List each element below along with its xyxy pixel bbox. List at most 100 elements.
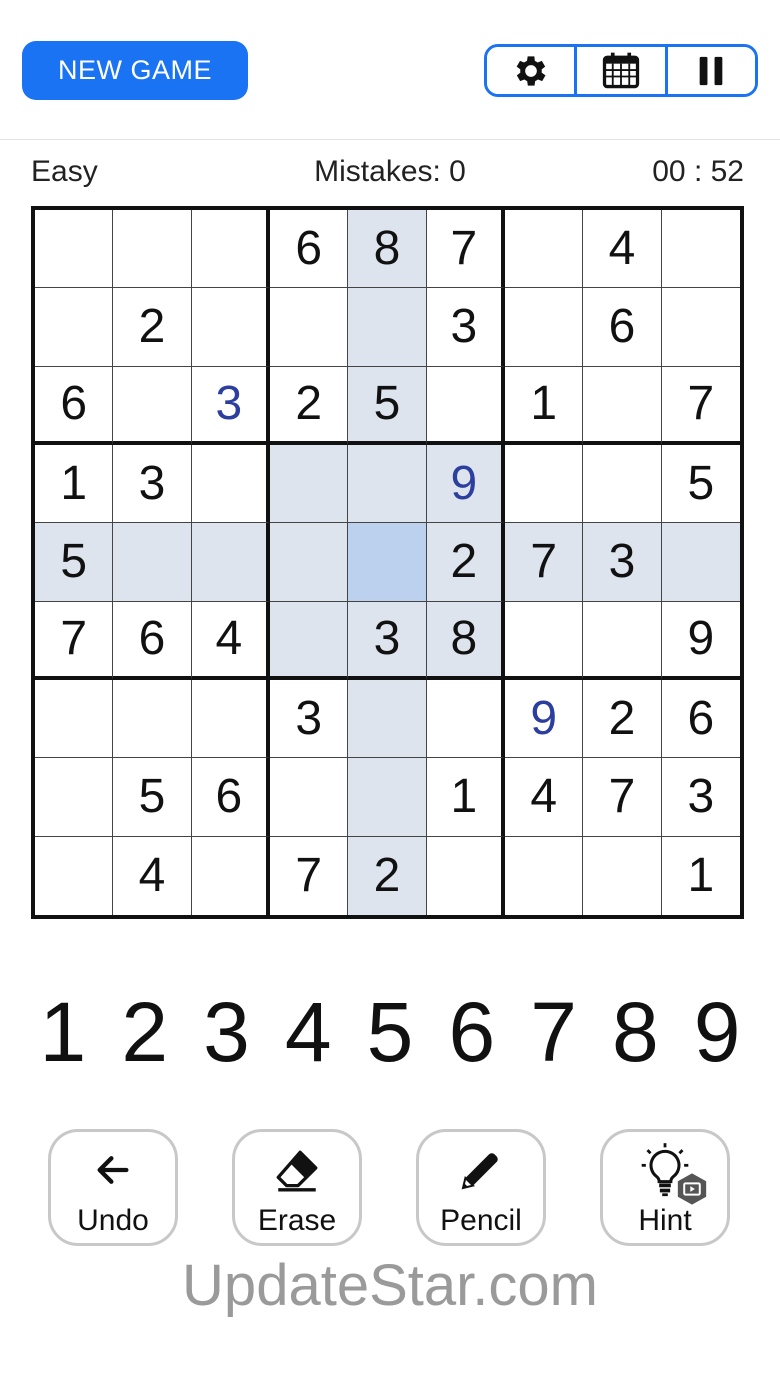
undo-button[interactable]: Undo (48, 1129, 178, 1246)
board-cell-r6c5[interactable]: 3 (348, 601, 427, 680)
board-cell-r1c2[interactable] (113, 210, 192, 289)
board-cell-r5c5[interactable] (348, 523, 427, 602)
board-cell-r9c2[interactable]: 4 (113, 836, 192, 915)
numpad-key-9[interactable]: 9 (676, 985, 758, 1080)
pencil-button[interactable]: Pencil (416, 1129, 546, 1246)
board-cell-r6c6[interactable]: 8 (426, 601, 505, 680)
board-cell-r5c3[interactable] (191, 523, 270, 602)
board-cell-r8c9[interactable]: 3 (661, 758, 740, 837)
board-cell-r1c1[interactable] (35, 210, 114, 289)
settings-button[interactable] (487, 47, 578, 94)
board-cell-r8c3[interactable]: 6 (191, 758, 270, 837)
undo-label: Undo (77, 1204, 149, 1237)
board-cell-r7c4[interactable]: 3 (270, 680, 349, 759)
board-cell-r1c8[interactable]: 4 (583, 210, 662, 289)
numpad-key-8[interactable]: 8 (594, 985, 676, 1080)
board-cell-r7c5[interactable] (348, 680, 427, 759)
board-cell-r2c4[interactable] (270, 288, 349, 367)
board-cell-r9c1[interactable] (35, 836, 114, 915)
board-cell-r4c7[interactable] (505, 445, 584, 524)
board-cell-r4c1[interactable]: 1 (35, 445, 114, 524)
board-cell-r6c8[interactable] (583, 601, 662, 680)
board-cell-r6c4[interactable] (270, 601, 349, 680)
numpad-key-7[interactable]: 7 (513, 985, 595, 1080)
board-cell-r7c9[interactable]: 6 (661, 680, 740, 759)
pause-button[interactable] (667, 47, 755, 94)
board-cell-r2c3[interactable] (191, 288, 270, 367)
numpad-key-4[interactable]: 4 (267, 985, 349, 1080)
board-cell-r7c7[interactable]: 9 (505, 680, 584, 759)
board-cell-r4c5[interactable] (348, 445, 427, 524)
numpad-key-2[interactable]: 2 (104, 985, 186, 1080)
board-cell-r4c8[interactable] (583, 445, 662, 524)
board-cell-r3c6[interactable] (426, 366, 505, 445)
board-cell-r3c2[interactable] (113, 366, 192, 445)
board-cell-r6c1[interactable]: 7 (35, 601, 114, 680)
board-cell-r5c2[interactable] (113, 523, 192, 602)
board-cell-r5c6[interactable]: 2 (426, 523, 505, 602)
board-cell-r5c8[interactable]: 3 (583, 523, 662, 602)
board-cell-r8c4[interactable] (270, 758, 349, 837)
board-cell-r7c2[interactable] (113, 680, 192, 759)
board-cell-r2c5[interactable] (348, 288, 427, 367)
board-cell-r6c3[interactable]: 4 (191, 601, 270, 680)
board-cell-r9c6[interactable] (426, 836, 505, 915)
board-cell-r6c7[interactable] (505, 601, 584, 680)
board-cell-r4c3[interactable] (191, 445, 270, 524)
board-cell-r4c9[interactable]: 5 (661, 445, 740, 524)
numpad-key-6[interactable]: 6 (431, 985, 513, 1080)
board-cell-r2c9[interactable] (661, 288, 740, 367)
board-cell-r9c3[interactable] (191, 836, 270, 915)
watermark: UpdateStar.com (182, 1253, 598, 1318)
board-cell-r5c9[interactable] (661, 523, 740, 602)
hint-button[interactable]: Hint (600, 1129, 730, 1246)
board-cell-r3c5[interactable]: 5 (348, 366, 427, 445)
board-cell-r9c8[interactable] (583, 836, 662, 915)
board-cell-r3c4[interactable]: 2 (270, 366, 349, 445)
board-cell-r1c4[interactable]: 6 (270, 210, 349, 289)
board-cell-r3c1[interactable]: 6 (35, 366, 114, 445)
board-cell-r2c6[interactable]: 3 (426, 288, 505, 367)
erase-button[interactable]: Erase (232, 1129, 362, 1246)
numpad-key-3[interactable]: 3 (186, 985, 268, 1080)
board-cell-r7c6[interactable] (426, 680, 505, 759)
board-cell-r5c4[interactable] (270, 523, 349, 602)
board-cell-r9c7[interactable] (505, 836, 584, 915)
board-cell-r1c5[interactable]: 8 (348, 210, 427, 289)
board-cell-r5c7[interactable]: 7 (505, 523, 584, 602)
board-cell-r3c3[interactable]: 3 (191, 366, 270, 445)
numpad-key-1[interactable]: 1 (22, 985, 104, 1080)
board-cell-r1c6[interactable]: 7 (426, 210, 505, 289)
board-cell-r1c7[interactable] (505, 210, 584, 289)
board-cell-r8c1[interactable] (35, 758, 114, 837)
board-cell-r7c8[interactable]: 2 (583, 680, 662, 759)
board-cell-r8c6[interactable]: 1 (426, 758, 505, 837)
board-cell-r8c8[interactable]: 7 (583, 758, 662, 837)
board-cell-r9c5[interactable]: 2 (348, 836, 427, 915)
board-cell-r3c7[interactable]: 1 (505, 366, 584, 445)
board-cell-r1c9[interactable] (661, 210, 740, 289)
board-cell-r9c9[interactable]: 1 (661, 836, 740, 915)
board-cell-r8c7[interactable]: 4 (505, 758, 584, 837)
board-cell-r2c2[interactable]: 2 (113, 288, 192, 367)
board-cell-r9c4[interactable]: 7 (270, 836, 349, 915)
board-cell-r8c2[interactable]: 5 (113, 758, 192, 837)
board-cell-r7c3[interactable] (191, 680, 270, 759)
board-cell-r3c9[interactable]: 7 (661, 366, 740, 445)
board-cell-r3c8[interactable] (583, 366, 662, 445)
new-game-button[interactable]: NEW GAME (22, 41, 248, 100)
board-cell-r6c9[interactable]: 9 (661, 601, 740, 680)
board-cell-r5c1[interactable]: 5 (35, 523, 114, 602)
board-cell-r6c2[interactable]: 6 (113, 601, 192, 680)
board-cell-r4c6[interactable]: 9 (426, 445, 505, 524)
board-cell-r4c4[interactable] (270, 445, 349, 524)
board-cell-r7c1[interactable] (35, 680, 114, 759)
board-cell-r4c2[interactable]: 3 (113, 445, 192, 524)
board-cell-r2c1[interactable] (35, 288, 114, 367)
board-cell-r8c5[interactable] (348, 758, 427, 837)
board-cell-r2c7[interactable] (505, 288, 584, 367)
board-cell-r1c3[interactable] (191, 210, 270, 289)
calendar-button[interactable] (577, 47, 668, 94)
numpad-key-5[interactable]: 5 (349, 985, 431, 1080)
board-cell-r2c8[interactable]: 6 (583, 288, 662, 367)
